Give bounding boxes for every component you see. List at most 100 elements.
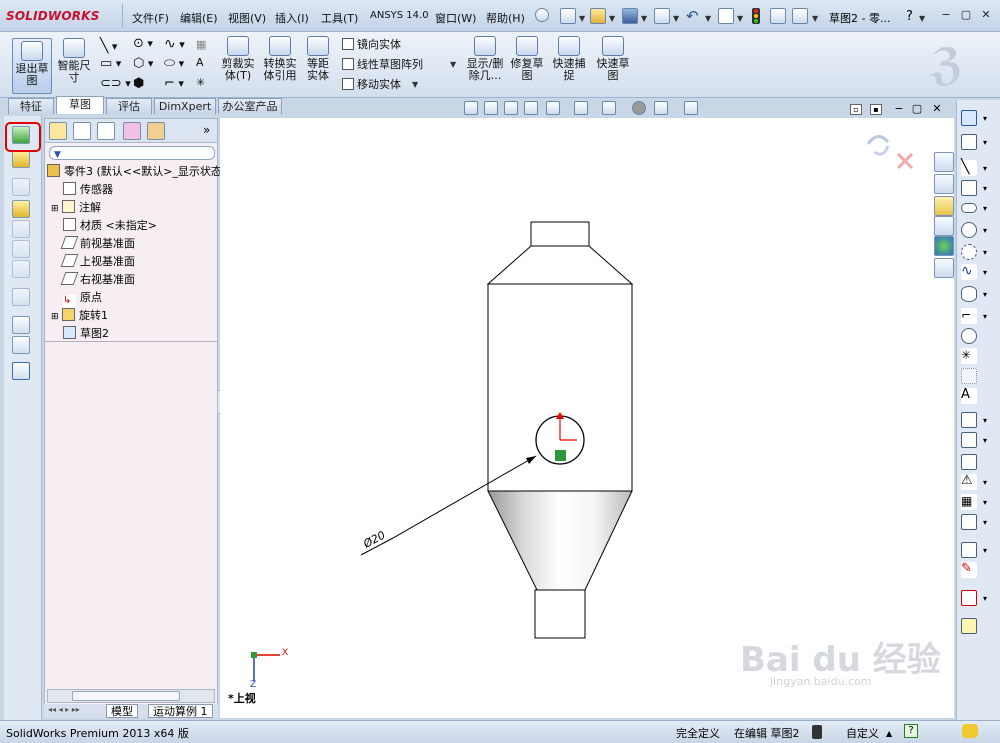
property-manager-tab-icon[interactable] bbox=[73, 122, 91, 140]
menu-view[interactable]: 视图(V) bbox=[228, 10, 266, 26]
polygon-small-tool[interactable]: ⬢ bbox=[133, 76, 144, 91]
circle-tool[interactable]: ⊙ ▾ bbox=[133, 36, 153, 51]
horizontal-scrollbar[interactable] bbox=[47, 689, 215, 703]
design-library-icon[interactable] bbox=[934, 174, 954, 194]
doc-close-icon[interactable]: ✕ bbox=[931, 103, 943, 115]
tree-item-right-plane[interactable]: 右视基准面 bbox=[60, 271, 135, 287]
expand-panel-icon[interactable]: » bbox=[203, 123, 210, 137]
tree-item-material[interactable]: 材质 <未指定> bbox=[63, 217, 157, 233]
filter-input[interactable]: ▼ bbox=[49, 146, 215, 160]
relations-tool-icon[interactable] bbox=[961, 542, 977, 558]
previous-view-icon[interactable] bbox=[504, 101, 518, 115]
rotate-view-icon[interactable] bbox=[866, 135, 890, 156]
new-document-icon[interactable] bbox=[560, 8, 576, 24]
open-folder-icon[interactable] bbox=[590, 8, 606, 24]
smart-dimension-tool-icon[interactable] bbox=[961, 134, 977, 150]
chevron-down-icon[interactable]: ▼ bbox=[737, 14, 743, 23]
help-icon[interactable]: ? bbox=[906, 9, 913, 24]
convert-tool-icon[interactable] bbox=[961, 432, 977, 448]
units-selector[interactable]: 自定义 bbox=[846, 725, 879, 741]
repair-tool-icon[interactable]: ✎ bbox=[961, 562, 977, 578]
options-icon[interactable] bbox=[792, 8, 808, 24]
snaps-tool-icon[interactable] bbox=[961, 590, 977, 606]
undo-icon[interactable]: ↶ bbox=[686, 7, 699, 25]
reference-geometry-icon[interactable] bbox=[12, 316, 30, 334]
display-style-icon[interactable] bbox=[574, 101, 588, 115]
mirror-entities-button[interactable]: 镜向实体 bbox=[342, 36, 401, 52]
chevron-down-icon[interactable]: ▾ bbox=[983, 518, 987, 527]
display-manager-tab-icon[interactable] bbox=[147, 122, 165, 140]
revolve-icon[interactable] bbox=[12, 200, 30, 218]
display-relations-button[interactable]: 显示/删除几... bbox=[462, 36, 508, 82]
smart-dimension-button[interactable]: 智能尺寸 bbox=[56, 38, 92, 84]
close-icon[interactable]: ✕ bbox=[978, 8, 994, 22]
cancel-sketch-icon[interactable] bbox=[896, 152, 914, 170]
chevron-down-icon[interactable]: ▼ bbox=[919, 14, 925, 23]
menu-ansys[interactable]: ANSYS 14.0 bbox=[370, 10, 429, 21]
tab-dimxpert[interactable]: DimXpert bbox=[154, 98, 216, 114]
convert-entities-button[interactable]: 转换实体引用 bbox=[260, 36, 300, 82]
tree-item-origin[interactable]: ↳ 原点 bbox=[63, 289, 102, 308]
file-properties-icon[interactable] bbox=[770, 8, 786, 24]
point-tool-icon[interactable]: ✳ bbox=[961, 348, 977, 364]
tree-item-sketch2[interactable]: 草图2 bbox=[63, 325, 109, 341]
move-entities-button[interactable]: 移动实体 bbox=[342, 76, 401, 92]
menu-edit[interactable]: 编辑(E) bbox=[180, 10, 218, 26]
rebuild-status-icon[interactable] bbox=[812, 725, 822, 739]
spline-tool[interactable]: ∿ ▾ bbox=[164, 36, 185, 52]
chevron-up-icon[interactable]: ▲ bbox=[886, 729, 892, 738]
doc-minimize-icon[interactable]: − bbox=[893, 103, 905, 115]
extrude-icon[interactable] bbox=[12, 178, 30, 196]
resources-icon[interactable] bbox=[934, 152, 954, 172]
chevron-down-icon[interactable]: ▾ bbox=[983, 138, 987, 147]
chevron-down-icon[interactable]: ▼ bbox=[412, 80, 418, 89]
linear-pattern-button[interactable]: 线性草图阵列 bbox=[342, 56, 423, 72]
offset-entities-button[interactable]: 等距实体 bbox=[300, 36, 336, 82]
tree-item-revolve1[interactable]: ⊞ 旋转1 bbox=[51, 307, 108, 323]
chevron-down-icon[interactable]: ▾ bbox=[983, 312, 987, 321]
sketch-tool-icon[interactable] bbox=[961, 110, 977, 126]
chevron-down-icon[interactable]: ▾ bbox=[983, 226, 987, 235]
text-tool-icon[interactable]: A bbox=[961, 388, 977, 404]
view-palette-icon[interactable] bbox=[934, 216, 954, 236]
zoom-to-fit-icon[interactable] bbox=[464, 101, 478, 115]
pin-icon[interactable] bbox=[535, 8, 549, 22]
menu-insert[interactable]: 插入(I) bbox=[275, 10, 309, 26]
appearance-icon[interactable] bbox=[632, 101, 646, 115]
tab-sketch[interactable]: 草图 bbox=[56, 96, 104, 114]
ellipse-tool-icon[interactable] bbox=[961, 286, 977, 302]
line-tool[interactable]: ╲ ▾ bbox=[100, 38, 117, 54]
scene-icon[interactable] bbox=[654, 101, 668, 115]
grid-icon[interactable]: ▦ bbox=[196, 38, 206, 51]
instant3d-icon[interactable] bbox=[12, 362, 30, 380]
trim-tool-icon[interactable] bbox=[961, 412, 977, 428]
custom-properties-icon[interactable] bbox=[934, 258, 954, 278]
chevron-down-icon[interactable]: ▾ bbox=[983, 204, 987, 213]
view-orientation-icon[interactable] bbox=[546, 101, 560, 115]
centerline-tool-icon[interactable] bbox=[961, 368, 977, 384]
spline-tool-icon[interactable]: ∿ bbox=[961, 264, 977, 280]
print-icon[interactable] bbox=[654, 8, 670, 24]
select-arrow-icon[interactable] bbox=[718, 8, 734, 24]
point-tool[interactable]: ✳ bbox=[196, 76, 205, 89]
tree-item-sensors[interactable]: 传感器 bbox=[63, 181, 113, 197]
chevron-down-icon[interactable]: ▼ bbox=[579, 14, 585, 23]
feature-tree-tab-icon[interactable] bbox=[49, 122, 67, 140]
chevron-down-icon[interactable]: ▼ bbox=[641, 14, 647, 23]
save-icon[interactable] bbox=[622, 8, 638, 24]
viewport-link-icon[interactable]: ▪ bbox=[870, 104, 882, 115]
tab-evaluate[interactable]: 评估 bbox=[106, 98, 152, 114]
minimize-icon[interactable]: − bbox=[938, 8, 954, 22]
view-settings-icon[interactable] bbox=[684, 101, 698, 115]
restore-icon[interactable]: ▢ bbox=[958, 8, 974, 22]
dimxpert-tab-icon[interactable] bbox=[123, 122, 141, 140]
rectangle-tool-icon[interactable] bbox=[961, 180, 977, 196]
chevron-down-icon[interactable]: ▾ bbox=[983, 184, 987, 193]
fillet-tool-icon[interactable]: ⌐ bbox=[961, 308, 977, 324]
polygon-tool[interactable]: ⬡ ▾ bbox=[133, 56, 153, 71]
menu-help[interactable]: 帮助(H) bbox=[486, 10, 525, 26]
line-tool-icon[interactable]: ╲ bbox=[961, 160, 977, 176]
chevron-down-icon[interactable]: ▾ bbox=[983, 436, 987, 445]
tree-root[interactable]: 零件3 (默认<<默认>_显示状态 bbox=[47, 163, 222, 179]
zoom-to-area-icon[interactable] bbox=[484, 101, 498, 115]
